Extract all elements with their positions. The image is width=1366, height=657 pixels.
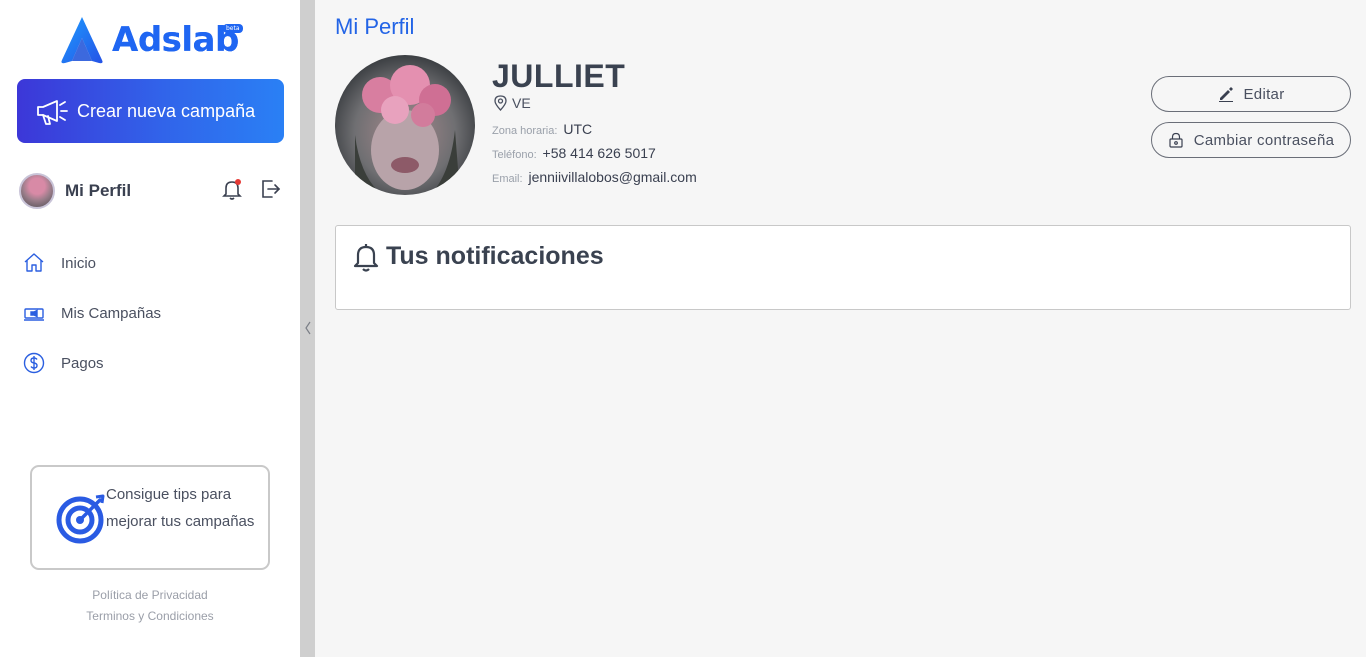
notifications-title: Tus notificaciones <box>386 242 604 270</box>
phone-label: Teléfono: <box>492 149 537 161</box>
notifications-panel: Tus notificaciones <box>335 225 1351 310</box>
home-icon <box>24 253 44 272</box>
page-title: Mi Perfil <box>335 14 415 39</box>
timezone-label: Zona horaria: <box>492 125 558 137</box>
terms-link[interactable]: Terminos y Condiciones <box>0 609 300 623</box>
nav-label-pagos: Pagos <box>61 354 104 372</box>
nav-label-campanas: Mis Campañas <box>61 304 162 322</box>
tips-text: Consigue tips para mejorar tus campañas <box>106 486 255 530</box>
timezone-value: UTC <box>563 121 593 137</box>
brand-logo[interactable]: Adslab beta <box>58 14 248 66</box>
profile-photo <box>335 55 475 195</box>
location-pin-icon <box>494 95 507 111</box>
sidebar-item-campanas[interactable]: Mis Campañas <box>22 298 282 328</box>
change-password-label: Cambiar contraseña <box>1193 131 1335 149</box>
avatar[interactable] <box>19 173 55 209</box>
logout-icon[interactable] <box>259 178 281 200</box>
profile-photo-image <box>335 55 475 195</box>
phone-row: Teléfono: +58 414 626 5017 <box>492 145 656 161</box>
sidebar-item-inicio[interactable]: Inicio <box>22 248 282 278</box>
nav-label-inicio: Inicio <box>61 254 97 272</box>
megaphone-icon <box>37 100 68 125</box>
email-row: Email: jenniivillalobos@gmail.com <box>492 169 697 185</box>
adslab-logo-icon <box>61 17 103 64</box>
email-label: Email: <box>492 173 523 185</box>
beta-badge: beta <box>223 24 243 33</box>
edit-profile-button[interactable]: Editar <box>1151 76 1351 112</box>
sidebar: Adslab beta Crear nueva campaña Mi Perfi… <box>0 0 300 657</box>
tips-card[interactable]: Consigue tips para mejorar tus campañas <box>30 465 270 570</box>
app-root: Adslab beta Crear nueva campaña Mi Perfi… <box>0 0 1366 657</box>
target-icon <box>56 494 105 544</box>
privacy-link[interactable]: Política de Privacidad <box>0 588 300 602</box>
profile-link-label[interactable]: Mi Perfil <box>65 181 131 201</box>
campaign-monitor-icon <box>24 308 44 321</box>
sidebar-item-pagos[interactable]: Pagos <box>22 348 282 378</box>
pencil-icon <box>1218 87 1233 102</box>
lock-icon <box>1169 132 1183 148</box>
phone-value: +58 414 626 5017 <box>542 145 656 161</box>
user-name: JULLIET <box>492 58 626 94</box>
sidebar-collapse-handle[interactable] <box>300 0 315 657</box>
create-campaign-button[interactable]: Crear nueva campaña <box>17 79 284 143</box>
dollar-icon <box>23 352 45 374</box>
bell-icon <box>353 244 379 272</box>
notification-bell-icon[interactable] <box>222 178 242 200</box>
edit-button-label: Editar <box>1243 85 1285 103</box>
sidebar-profile[interactable]: Mi Perfil <box>19 172 284 210</box>
chevron-left-icon <box>305 321 311 335</box>
timezone-row: Zona horaria: UTC <box>492 121 592 137</box>
create-campaign-label: Crear nueva campaña <box>77 100 256 121</box>
location-text: VE <box>512 95 531 111</box>
location: VE <box>494 95 531 111</box>
email-value: jenniivillalobos@gmail.com <box>528 169 697 185</box>
change-password-button[interactable]: Cambiar contraseña <box>1151 122 1351 158</box>
brand-name: Adslab <box>112 20 239 60</box>
